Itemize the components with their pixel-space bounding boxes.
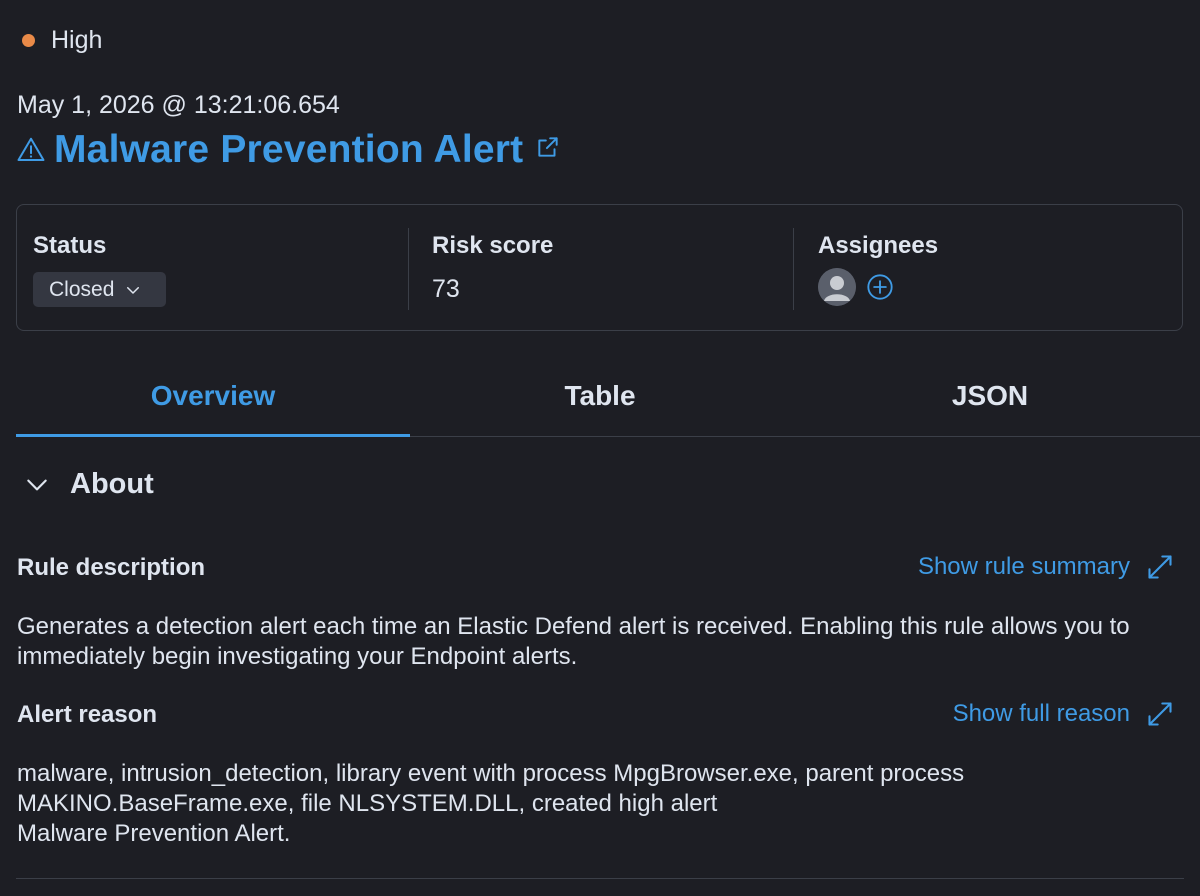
expand-icon <box>1148 555 1172 579</box>
alert-title[interactable]: Malware Prevention Alert <box>54 128 523 172</box>
show-rule-summary-label: Show rule summary <box>917 553 1130 580</box>
external-link-icon[interactable] <box>535 134 561 160</box>
expand-icon <box>1148 702 1172 726</box>
risk-score-value: 73 <box>432 275 460 303</box>
alert-reason-line: malware, intrusion_detection, library ev… <box>17 760 965 787</box>
risk-score-section: Risk score 73 <box>432 205 782 330</box>
plus-circle-icon[interactable] <box>866 273 894 301</box>
alert-flyout: High May 1, 2026 @ 13:21:06.654 Malware … <box>0 0 1200 896</box>
chevron-down-icon <box>127 286 140 294</box>
alert-title-link[interactable]: Malware Prevention Alert <box>16 128 561 172</box>
about-title: About <box>70 468 154 500</box>
user-avatar-icon[interactable] <box>818 268 856 306</box>
alert-reason-line: Malware Prevention Alert. <box>17 820 291 847</box>
section-divider <box>16 878 1184 879</box>
alert-reason-text: malware, intrusion_detection, library ev… <box>17 759 1182 849</box>
about-section-toggle[interactable]: About <box>24 468 154 501</box>
status-label: Status <box>33 232 107 259</box>
column-divider <box>793 228 794 310</box>
severity-label: High <box>51 26 103 54</box>
alert-summary-panel: Status Closed Risk score 73 Assignees <box>16 204 1183 331</box>
severity-dot-icon <box>22 34 35 47</box>
show-full-reason-link[interactable]: Show full reason <box>953 700 1174 728</box>
alert-reason-label: Alert reason <box>17 701 158 728</box>
tab-json[interactable]: JSON <box>790 360 1190 436</box>
severity-badge: High <box>22 26 102 55</box>
assignees-section: Assignees <box>818 205 1168 330</box>
rule-description-label: Rule description <box>17 554 206 581</box>
show-rule-summary-link[interactable]: Show rule summary <box>918 553 1174 581</box>
show-full-reason-label: Show full reason <box>952 700 1130 727</box>
rule-description-text: Generates a detection alert each time an… <box>17 613 1130 670</box>
alert-timestamp: May 1, 2026 @ 13:21:06.654 <box>17 91 340 119</box>
assignees-label: Assignees <box>818 232 939 259</box>
tab-table[interactable]: Table <box>410 360 790 436</box>
chevron-down-icon <box>27 479 47 490</box>
tab-overview[interactable]: Overview <box>16 360 410 437</box>
column-divider <box>408 228 409 310</box>
risk-score-label: Risk score <box>432 232 554 259</box>
warning-icon <box>17 137 45 161</box>
status-section: Status Closed <box>33 205 403 330</box>
alert-reason-line: MAKINO.BaseFrame.exe, file NLSYSTEM.DLL,… <box>17 790 718 817</box>
status-dropdown[interactable]: Closed <box>33 272 166 307</box>
status-value: Closed <box>49 277 115 301</box>
tab-bar: Overview Table JSON <box>16 360 1200 437</box>
